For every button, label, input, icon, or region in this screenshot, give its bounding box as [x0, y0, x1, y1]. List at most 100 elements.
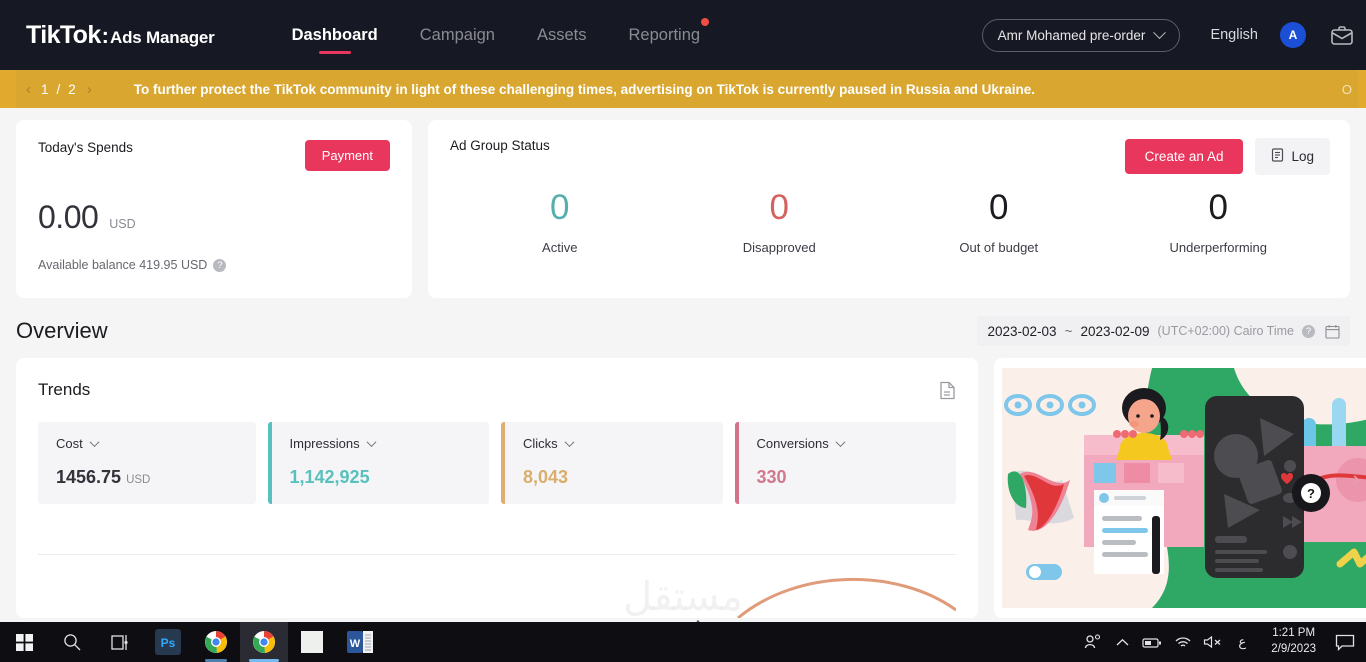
metric-impressions-header: Impressions — [290, 436, 472, 451]
status-metric-underperforming[interactable]: 0 Underperforming — [1109, 188, 1329, 254]
spends-card-header: Today's Spends Payment — [38, 140, 390, 171]
metric-cost-value: 1456.75 — [56, 467, 122, 487]
svg-text:Ps: Ps — [161, 636, 176, 650]
banner-prev-button[interactable]: ‹ — [16, 81, 41, 98]
overview-header: Overview 2023-02-03 ~ 2023-02-09 (UTC+02… — [0, 298, 1366, 346]
nav-tab-assets[interactable]: Assets — [516, 0, 608, 70]
carousel-next-button[interactable]: › — [1353, 466, 1360, 492]
banner-message: To further protect the TikTok community … — [133, 81, 1035, 97]
top-navigation-bar: TikTok : Ads Manager Dashboard Campaign … — [0, 0, 1366, 70]
nav-tab-assets-label: Assets — [536, 25, 587, 44]
metric-cost-value-row: 1456.75 USD — [56, 467, 238, 488]
metric-impressions-value: 1,142,925 — [289, 467, 370, 487]
announcement-banner-inner: ‹ 1 / 2 › To further protect the TikTok … — [16, 70, 1358, 108]
main-nav: Dashboard Campaign Assets Reporting — [271, 0, 721, 70]
notification-dot-icon — [701, 18, 710, 26]
metric-cost-header: Cost — [56, 436, 238, 451]
todays-spends-card: Today's Spends Payment 0.00 USD Availabl… — [16, 120, 412, 298]
notifications-icon[interactable] — [1328, 622, 1362, 662]
volume-muted-icon[interactable] — [1197, 622, 1227, 662]
account-selector[interactable]: Amr Mohamed pre-order — [981, 18, 1181, 52]
chevron-down-icon[interactable] — [564, 437, 575, 448]
metric-clicks-label: Clicks — [523, 436, 558, 451]
chevron-up-icon[interactable] — [1107, 622, 1137, 662]
status-card-actions: Create an Ad Log — [1124, 138, 1330, 175]
help-bubble[interactable]: ? — [1292, 474, 1330, 512]
nav-tab-campaign-label: Campaign — [419, 25, 495, 44]
announcement-banner: ‹ 1 / 2 › To further protect the TikTok … — [0, 70, 1366, 108]
language-selector[interactable]: English — [1210, 27, 1258, 43]
timezone-help-icon[interactable]: ? — [1302, 324, 1315, 338]
svg-text:W: W — [350, 638, 361, 650]
trends-card-header: Trends — [38, 380, 956, 400]
taskbar-app-window[interactable] — [288, 622, 336, 662]
metric-tile-clicks[interactable]: Clicks 8,043 — [501, 422, 723, 504]
status-metric-out-of-budget-value: 0 — [989, 188, 1009, 227]
export-icon[interactable] — [939, 381, 956, 400]
status-metric-out-of-budget-label: Out of budget — [959, 239, 1039, 255]
nav-tab-reporting-label: Reporting — [628, 25, 701, 44]
metric-tile-cost[interactable]: Cost 1456.75 USD — [38, 422, 256, 504]
taskbar-app-chrome-1[interactable] — [192, 622, 240, 662]
taskbar-app-word[interactable]: W — [336, 622, 384, 662]
trends-card: Trends Cost 1456.75 USD Impressions 1,14… — [16, 358, 978, 618]
brand-logo[interactable]: TikTok : Ads Manager — [26, 21, 215, 50]
clock[interactable]: 1:21 PM 2/9/2023 — [1257, 626, 1328, 657]
nav-tab-dashboard-label: Dashboard — [291, 25, 378, 44]
create-an-ad-button[interactable]: Create an Ad — [1124, 139, 1244, 174]
banner-page-current: 1 — [41, 81, 50, 97]
banner-next-button[interactable]: › — [77, 81, 102, 98]
timezone-label: (UTC+02:00) Cairo Time — [1157, 324, 1295, 338]
windows-taskbar: Ps W ع 1:21 PM 2/9/2023 — [0, 622, 1366, 662]
search-icon[interactable] — [48, 622, 96, 662]
metric-conversions-label: Conversions — [756, 436, 829, 451]
metric-cost-label: Cost — [56, 436, 83, 451]
summary-cards-row: Today's Spends Payment 0.00 USD Availabl… — [0, 108, 1366, 298]
date-range-picker[interactable]: 2023-02-03 ~ 2023-02-09 (UTC+02:00) Cair… — [977, 316, 1350, 346]
status-metric-active[interactable]: 0 Active — [450, 188, 670, 254]
calendar-icon[interactable] — [1325, 324, 1340, 339]
ime-indicator[interactable]: ع — [1227, 622, 1257, 662]
people-icon[interactable] — [1077, 622, 1107, 662]
chevron-down-icon[interactable] — [835, 437, 846, 448]
clock-time: 1:21 PM — [1272, 627, 1316, 640]
avatar[interactable]: A — [1280, 22, 1306, 48]
nav-tab-reporting[interactable]: Reporting — [608, 0, 722, 70]
document-icon — [1271, 148, 1284, 165]
metric-tile-conversions[interactable]: Conversions 330 — [734, 422, 956, 504]
clock-date: 2/9/2023 — [1271, 643, 1316, 655]
chevron-down-icon[interactable] — [89, 437, 100, 448]
brand-colon: : — [101, 22, 109, 48]
nav-tab-campaign[interactable]: Campaign — [399, 0, 516, 70]
metric-tile-impressions[interactable]: Impressions 1,142,925 — [267, 422, 489, 504]
taskbar-app-buttons: Ps W — [0, 622, 384, 662]
trends-title: Trends — [38, 380, 91, 399]
task-view-icon[interactable] — [96, 622, 144, 662]
metric-conversions-header: Conversions — [757, 436, 939, 451]
log-button[interactable]: Log — [1255, 138, 1330, 175]
available-balance-row: Available balance 419.95 USD ? — [38, 258, 390, 272]
payment-button[interactable]: Payment — [304, 140, 390, 171]
battery-icon[interactable] — [1137, 622, 1167, 662]
metric-impressions-value-row: 1,142,925 — [290, 467, 472, 488]
status-metric-out-of-budget[interactable]: 0 Out of budget — [889, 188, 1109, 255]
status-metric-disapproved[interactable]: 0 Disapproved — [670, 188, 890, 254]
taskbar-app-photoshop[interactable]: Ps — [144, 622, 192, 662]
start-button[interactable] — [0, 622, 48, 662]
wifi-icon[interactable] — [1167, 622, 1197, 662]
chevron-down-icon — [1153, 25, 1167, 39]
metric-conversions-value: 330 — [756, 467, 787, 487]
nav-tab-dashboard[interactable]: Dashboard — [271, 0, 399, 70]
chevron-down-icon[interactable] — [366, 437, 377, 448]
brand-name: TikTok — [26, 20, 101, 49]
trends-metric-tiles: Cost 1456.75 USD Impressions 1,142,925 C… — [38, 422, 956, 504]
banner-page-separator: / — [56, 81, 62, 97]
account-selector-label: Amr Mohamed pre-order — [997, 27, 1146, 43]
promo-card: ? › — [994, 358, 1366, 618]
metric-cost-currency: USD — [126, 474, 151, 486]
briefcase-icon[interactable] — [1330, 24, 1354, 46]
taskbar-app-chrome-2[interactable] — [240, 622, 288, 662]
help-icon[interactable]: ? — [213, 258, 227, 272]
trends-chart — [737, 578, 956, 618]
page-content: Today's Spends Payment 0.00 USD Availabl… — [0, 108, 1366, 662]
